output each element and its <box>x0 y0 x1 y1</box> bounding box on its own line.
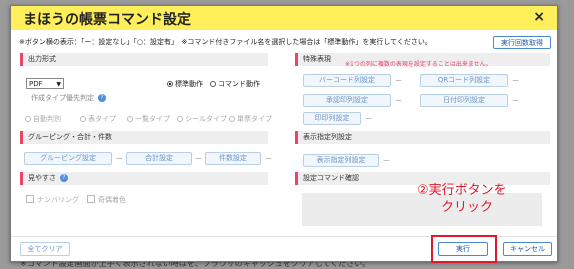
help-icon[interactable]: ? <box>98 94 106 102</box>
radio-unchecked-icon <box>229 116 235 122</box>
count-settings-button[interactable]: 件数設定 <box>205 152 261 165</box>
section-label: グルーピング・合計・件数 <box>28 133 112 141</box>
annotation-line-2: クリック <box>441 200 494 215</box>
chevron-down-icon: ▼ <box>56 81 61 88</box>
approval-stamp-status: ー <box>395 97 402 105</box>
numbering-checkbox[interactable]: ナンバリング <box>26 195 79 205</box>
radio-standard[interactable]: 標準動作 <box>167 79 203 89</box>
grouping-settings-button[interactable]: グルーピング設定 <box>24 152 112 165</box>
dialog-title-bar: まほうの帳票コマンド設定 × <box>11 6 557 30</box>
radio-unchecked-icon <box>177 116 183 122</box>
notice-text: ※ボタン横の表示：「ー：設定なし」「○：設定有」 ※コマンド付きファイル名を選択… <box>19 38 432 46</box>
approval-stamp-column-button[interactable]: 承認印列設定 <box>303 94 391 107</box>
annotation-line-1: ②実行ボタンを <box>417 183 507 198</box>
section-label: 表示指定列設定 <box>303 133 352 141</box>
grouping-status: ー <box>116 155 123 163</box>
radio-unchecked-icon <box>127 116 133 122</box>
radio-checked-icon <box>167 81 173 87</box>
type-option-label: 単票タイプ <box>237 115 272 123</box>
seal-status: ー <box>365 115 372 123</box>
barcode-column-button[interactable]: バーコード列設定 <box>303 74 391 87</box>
command-settings-dialog: まほうの帳票コマンド設定 × ※ボタン横の表示：「ー：設定なし」「○：設定有」 … <box>10 5 558 262</box>
format-select-value: PDF <box>29 80 43 88</box>
execute-highlight-box <box>431 235 497 263</box>
type-option-auto[interactable]: 自動判別 <box>25 114 61 124</box>
alternate-color-checkbox[interactable]: 奇偶着色 <box>87 195 126 205</box>
cancel-button[interactable]: キャンセル <box>503 242 552 256</box>
radio-command-label: コマンド動作 <box>218 80 260 88</box>
type-option-label: シールタイプ <box>185 115 227 123</box>
date-stamp-status: ー <box>512 97 519 105</box>
dialog-title: まほうの帳票コマンド設定 <box>23 12 191 28</box>
type-option-label: 自動判別 <box>33 115 61 123</box>
section-label: 出力形式 <box>28 55 56 63</box>
radio-unchecked-icon <box>80 116 86 122</box>
display-column-section-header: 表示指定列設定 <box>295 131 550 144</box>
output-format-section-header: 出力形式 <box>20 53 268 66</box>
type-option-seal[interactable]: シールタイプ <box>177 114 227 124</box>
type-option-label: 表タイプ <box>88 115 116 123</box>
get-run-count-button[interactable]: 実行回数取得 <box>493 36 551 49</box>
total-settings-button[interactable]: 合計設定 <box>126 152 192 165</box>
checkbox-label: 奇偶着色 <box>98 196 126 204</box>
radio-unchecked-icon <box>210 81 216 87</box>
radio-unchecked-icon <box>25 116 31 122</box>
section-label: 見やすさ <box>28 174 56 182</box>
instruction-annotation: ②実行ボタンを クリック <box>417 182 507 216</box>
section-label: 設定コマンド確認 <box>303 174 359 182</box>
special-warning-text: ※1つの列に複数の表現を設定することは出来ません。 <box>345 61 492 68</box>
type-option-table[interactable]: 表タイプ <box>80 114 116 124</box>
close-icon[interactable]: × <box>533 9 545 25</box>
checkbox-icon <box>26 195 34 203</box>
seal-column-button[interactable]: 印印列設定 <box>303 112 361 125</box>
type-option-label: 一覧タイプ <box>135 115 170 123</box>
radio-standard-label: 標準動作 <box>175 80 203 88</box>
qrcode-column-button[interactable]: QRコード列設定 <box>420 74 508 87</box>
total-status: ー <box>195 155 202 163</box>
format-select[interactable]: PDF ▼ <box>26 78 64 89</box>
barcode-status: ー <box>395 77 402 85</box>
checkbox-label: ナンバリング <box>37 196 79 204</box>
display-column-button[interactable]: 表示指定列設定 <box>303 154 379 167</box>
qrcode-status: ー <box>512 77 519 85</box>
type-option-single[interactable]: 単票タイプ <box>229 114 272 124</box>
radio-command[interactable]: コマンド動作 <box>210 79 260 89</box>
type-priority-text: 作成タイプ優先判定 <box>31 94 94 102</box>
count-status: ー <box>265 155 272 163</box>
grouping-section-header: グルーピング・合計・件数 <box>20 131 268 144</box>
display-column-status: ー <box>383 157 390 165</box>
checkbox-icon <box>87 195 95 203</box>
type-priority-label: 作成タイプ優先判定? <box>31 93 106 103</box>
date-stamp-column-button[interactable]: 日付印列設定 <box>420 94 508 107</box>
help-icon[interactable]: ? <box>60 174 68 182</box>
section-label: 特殊表現 <box>303 55 331 63</box>
clear-all-button[interactable]: 全てクリア <box>20 242 70 256</box>
readability-section-header: 見やすさ? <box>20 172 268 185</box>
type-option-list[interactable]: 一覧タイプ <box>127 114 170 124</box>
